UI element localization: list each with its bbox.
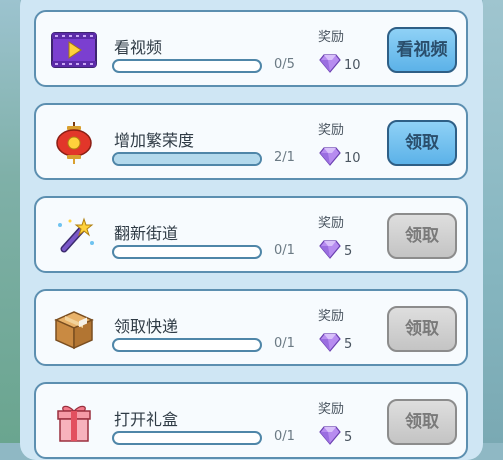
watch-video-button[interactable]: 看视频 <box>387 27 457 73</box>
task-card-renovate-street: 翻新街道 0/1 奖励 5 领取 <box>34 196 468 273</box>
reward-amount: 5 <box>344 337 353 352</box>
task-card-increase-prosperity: 增加繁荣度 2/1 奖励 10 领取 <box>34 103 468 180</box>
reward-label: 奖励 <box>318 402 345 417</box>
gem-icon <box>319 333 341 352</box>
reward-label: 奖励 <box>318 216 345 231</box>
package-icon <box>54 311 94 350</box>
progress-fill <box>114 154 260 164</box>
task-title: 增加繁荣度 <box>114 131 195 150</box>
claim-button[interactable]: 领取 <box>387 120 457 166</box>
progress-text: 0/1 <box>274 429 295 444</box>
task-title: 看视频 <box>114 38 163 57</box>
video-icon <box>51 32 97 68</box>
progress-bar <box>112 59 262 73</box>
background-right <box>483 0 503 443</box>
gift-box-icon <box>57 405 91 442</box>
task-title: 打开礼盒 <box>114 410 179 429</box>
task-card-open-gift-box: 打开礼盒 0/1 奖励 5 领取 <box>34 382 468 459</box>
task-title: 领取快递 <box>114 317 179 336</box>
reward-label: 奖励 <box>318 123 345 138</box>
progress-bar <box>112 338 262 352</box>
reward-amount: 5 <box>344 244 353 259</box>
claim-button[interactable]: 领取 <box>387 399 457 445</box>
task-card-watch-video: 看视频 0/5 奖励 10 看视频 <box>34 10 468 87</box>
magic-wand-icon <box>58 217 94 253</box>
progress-text: 0/5 <box>274 57 295 72</box>
reward-label: 奖励 <box>318 309 345 324</box>
gem-icon <box>319 426 341 445</box>
task-title: 翻新街道 <box>114 224 179 243</box>
lantern-icon <box>56 122 92 164</box>
reward-amount: 10 <box>344 58 361 73</box>
progress-text: 0/1 <box>274 336 295 351</box>
claim-button[interactable]: 领取 <box>387 213 457 259</box>
progress-bar <box>112 245 262 259</box>
progress-text: 0/1 <box>274 243 295 258</box>
reward-amount: 10 <box>344 151 361 166</box>
gem-icon <box>319 54 341 73</box>
claim-button[interactable]: 领取 <box>387 306 457 352</box>
gem-icon <box>319 147 341 166</box>
background-left <box>0 0 20 443</box>
task-card-collect-parcel: 领取快递 0/1 奖励 5 领取 <box>34 289 468 366</box>
progress-bar <box>112 152 262 166</box>
reward-label: 奖励 <box>318 30 345 45</box>
progress-text: 2/1 <box>274 150 295 165</box>
gem-icon <box>319 240 341 259</box>
